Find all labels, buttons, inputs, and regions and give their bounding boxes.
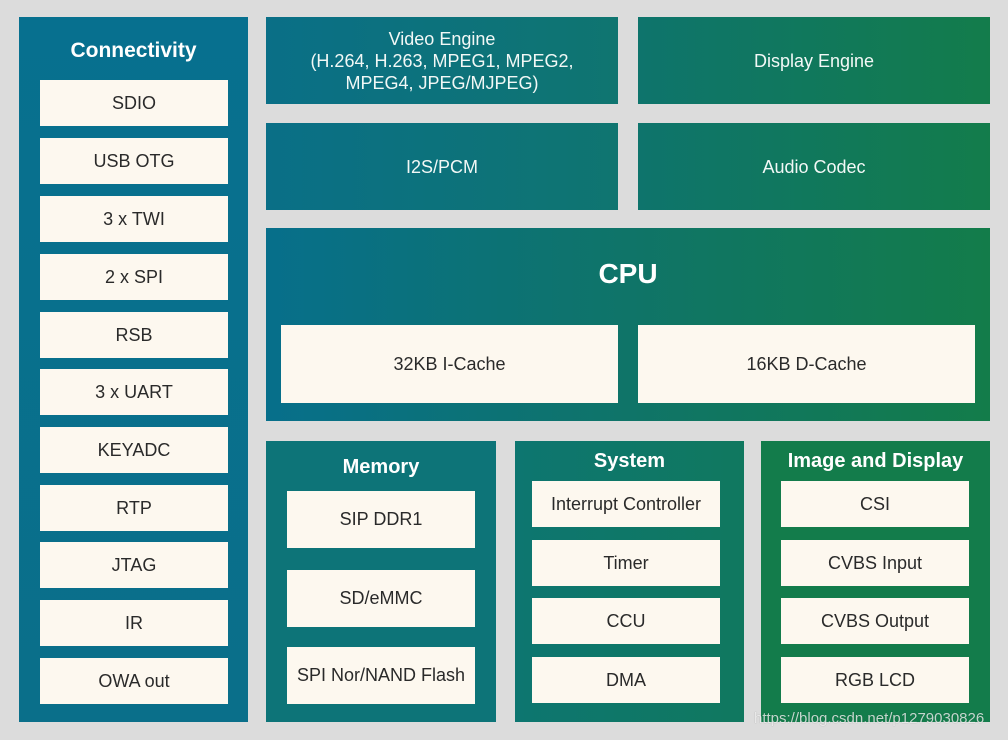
- system-item-ccu: CCU: [532, 598, 720, 644]
- system-item-timer: Timer: [532, 540, 720, 586]
- audio-codec-label: Audio Codec: [762, 156, 866, 177]
- connectivity-item-keyadc: KEYADC: [40, 427, 228, 473]
- connectivity-item-twi: 3 x TWI: [40, 196, 228, 242]
- display-engine-block: Display Engine: [638, 17, 990, 104]
- cpu-dcache: 16KB D-Cache: [638, 325, 975, 403]
- image-display-item-csi: CSI: [781, 481, 969, 527]
- image-display-panel: Image and Display CSI CVBS Input CVBS Ou…: [761, 441, 990, 722]
- i2s-pcm-label: I2S/PCM: [405, 156, 479, 177]
- system-item-dma: DMA: [532, 657, 720, 703]
- image-display-item-cvbs-input: CVBS Input: [781, 540, 969, 586]
- connectivity-title: Connectivity: [70, 39, 197, 62]
- watermark-url: https://blog.csdn.net/p1279030826: [754, 710, 985, 727]
- connectivity-item-owa-out: OWA out: [40, 658, 228, 704]
- memory-panel: Memory SIP DDR1 SD/eMMC SPI Nor/NAND Fla…: [266, 441, 496, 722]
- i2s-pcm-block: I2S/PCM: [266, 123, 618, 210]
- memory-item-sd-emmc: SD/eMMC: [287, 570, 475, 627]
- image-display-item-rgb-lcd: RGB LCD: [781, 657, 969, 703]
- connectivity-item-jtag: JTAG: [40, 542, 228, 588]
- connectivity-item-rsb: RSB: [40, 312, 228, 358]
- image-display-title: Image and Display: [787, 450, 964, 472]
- video-engine-title: Video Engine: [388, 28, 496, 49]
- connectivity-item-usb-otg: USB OTG: [40, 138, 228, 184]
- connectivity-item-ir: IR: [40, 600, 228, 646]
- image-display-item-cvbs-output: CVBS Output: [781, 598, 969, 644]
- video-engine-codecs-line2: MPEG4, JPEG/MJPEG): [345, 72, 539, 93]
- memory-item-spi-flash: SPI Nor/NAND Flash: [287, 647, 475, 704]
- display-engine-label: Display Engine: [753, 50, 875, 71]
- system-panel: System Interrupt Controller Timer CCU DM…: [515, 441, 744, 722]
- cpu-title: CPU: [598, 258, 658, 289]
- cpu-block: CPU 32KB I-Cache 16KB D-Cache: [266, 228, 990, 421]
- system-item-interrupt-controller: Interrupt Controller: [532, 481, 720, 527]
- memory-item-sip-ddr1: SIP DDR1: [287, 491, 475, 548]
- connectivity-item-sdio: SDIO: [40, 80, 228, 126]
- system-title: System: [593, 450, 666, 472]
- connectivity-item-uart: 3 x UART: [40, 369, 228, 415]
- connectivity-panel: Connectivity SDIO USB OTG 3 x TWI 2 x SP…: [19, 17, 248, 722]
- connectivity-item-rtp: RTP: [40, 485, 228, 531]
- video-engine-codecs-line1: (H.264, H.263, MPEG1, MPEG2,: [310, 50, 574, 71]
- memory-title: Memory: [342, 456, 420, 478]
- connectivity-item-spi: 2 x SPI: [40, 254, 228, 300]
- audio-codec-block: Audio Codec: [638, 123, 990, 210]
- cpu-icache: 32KB I-Cache: [281, 325, 618, 403]
- video-engine-block: Video Engine (H.264, H.263, MPEG1, MPEG2…: [266, 17, 618, 104]
